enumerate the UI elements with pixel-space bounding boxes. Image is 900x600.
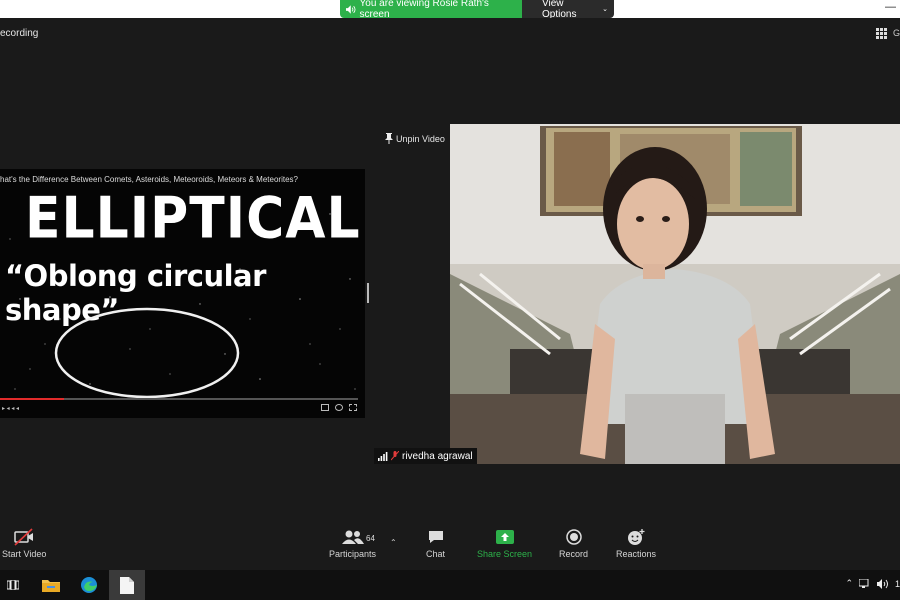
speaker-icon	[346, 4, 356, 14]
unpin-video-button[interactable]: Unpin Video	[385, 133, 445, 144]
video-title: hat's the Difference Between Comets, Ast…	[0, 175, 298, 184]
signal-strength-icon	[378, 451, 388, 461]
share-screen-label: Share Screen	[477, 549, 533, 559]
gallery-view-label: G	[892, 28, 900, 38]
task-view-icon	[7, 580, 19, 590]
participant-name: rivedha agrawal	[402, 450, 473, 462]
muted-microphone-icon	[391, 451, 399, 461]
share-screen-icon	[495, 530, 514, 544]
fullscreen-icon[interactable]	[349, 404, 357, 411]
chat-label: Chat	[426, 549, 446, 559]
subtitles-icon[interactable]	[321, 404, 329, 411]
zoom-meeting-window: You are viewing Rosie Rath's screen View…	[0, 0, 900, 600]
share-screen-button[interactable]: Share Screen	[477, 528, 532, 559]
folder-icon	[42, 580, 60, 592]
settings-icon[interactable]	[335, 404, 343, 411]
video-right-controls	[321, 404, 357, 411]
ellipse-illustration	[54, 307, 240, 399]
network-icon[interactable]	[858, 578, 871, 589]
participants-icon	[341, 530, 364, 544]
start-video-button[interactable]: Start Video	[2, 528, 46, 559]
start-video-label: Start Video	[2, 549, 47, 559]
split-view-divider[interactable]	[367, 283, 369, 303]
edge-browser-button[interactable]	[71, 570, 107, 600]
document-app-button[interactable]	[109, 570, 145, 600]
viewing-screen-pill: You are viewing Rosie Rath's screen	[340, 0, 522, 18]
video-progress-fill	[0, 398, 65, 400]
participant-name-tag: rivedha agrawal	[374, 448, 477, 464]
video-playback-controls[interactable]: ▸ ◂ ◂ ◂	[2, 405, 19, 412]
record-label: Record	[559, 549, 589, 559]
document-icon	[120, 576, 134, 594]
task-view-button[interactable]	[0, 570, 26, 600]
view-options-label: View Options	[542, 0, 577, 18]
record-icon	[565, 529, 582, 545]
slide-heading: ELLIPTICAL	[25, 186, 361, 252]
chevron-up-icon[interactable]: ⌃	[845, 578, 853, 589]
system-clock[interactable]: 1	[895, 579, 900, 589]
participants-label: Participants	[329, 549, 377, 559]
participants-options-chevron-up-icon[interactable]: ⌃	[390, 538, 397, 547]
chat-button[interactable]: Chat	[426, 528, 445, 559]
shared-screen-video[interactable]: hat's the Difference Between Comets, Ast…	[0, 169, 365, 418]
recording-indicator: ecording	[0, 28, 39, 39]
windows-taskbar: ⌃ 1	[0, 570, 900, 600]
edge-browser-icon	[81, 577, 97, 593]
meeting-toolbar: Start Video Participants 64 Chat Share S…	[0, 524, 900, 570]
viewing-screen-text: You are viewing Rosie Rath's screen	[359, 0, 489, 18]
participants-button[interactable]: Participants	[329, 528, 376, 559]
participant-video[interactable]	[450, 124, 900, 464]
record-button[interactable]: Record	[559, 528, 588, 559]
minimize-button[interactable]: —	[885, 0, 896, 14]
reactions-button[interactable]: Reactions	[616, 528, 656, 559]
unpin-video-label: Unpin Video	[396, 133, 445, 144]
participants-count: 64	[366, 534, 375, 543]
reactions-label: Reactions	[616, 549, 657, 559]
video-camera-off-icon	[14, 528, 34, 546]
chat-icon	[428, 531, 443, 543]
system-tray: ⌃ 1	[845, 578, 900, 589]
chevron-down-icon: ⌄	[602, 6, 608, 13]
pin-icon	[385, 133, 393, 144]
gallery-view-icon[interactable]	[876, 28, 890, 40]
volume-icon[interactable]	[876, 578, 889, 589]
view-options-button[interactable]: View Options ⌄	[522, 0, 614, 18]
participant-video-frame	[450, 124, 900, 464]
video-progress-bar[interactable]	[0, 398, 358, 400]
reactions-icon	[628, 529, 645, 545]
screen-share-banner: You are viewing Rosie Rath's screen View…	[340, 0, 614, 18]
file-explorer-button[interactable]	[33, 570, 69, 600]
